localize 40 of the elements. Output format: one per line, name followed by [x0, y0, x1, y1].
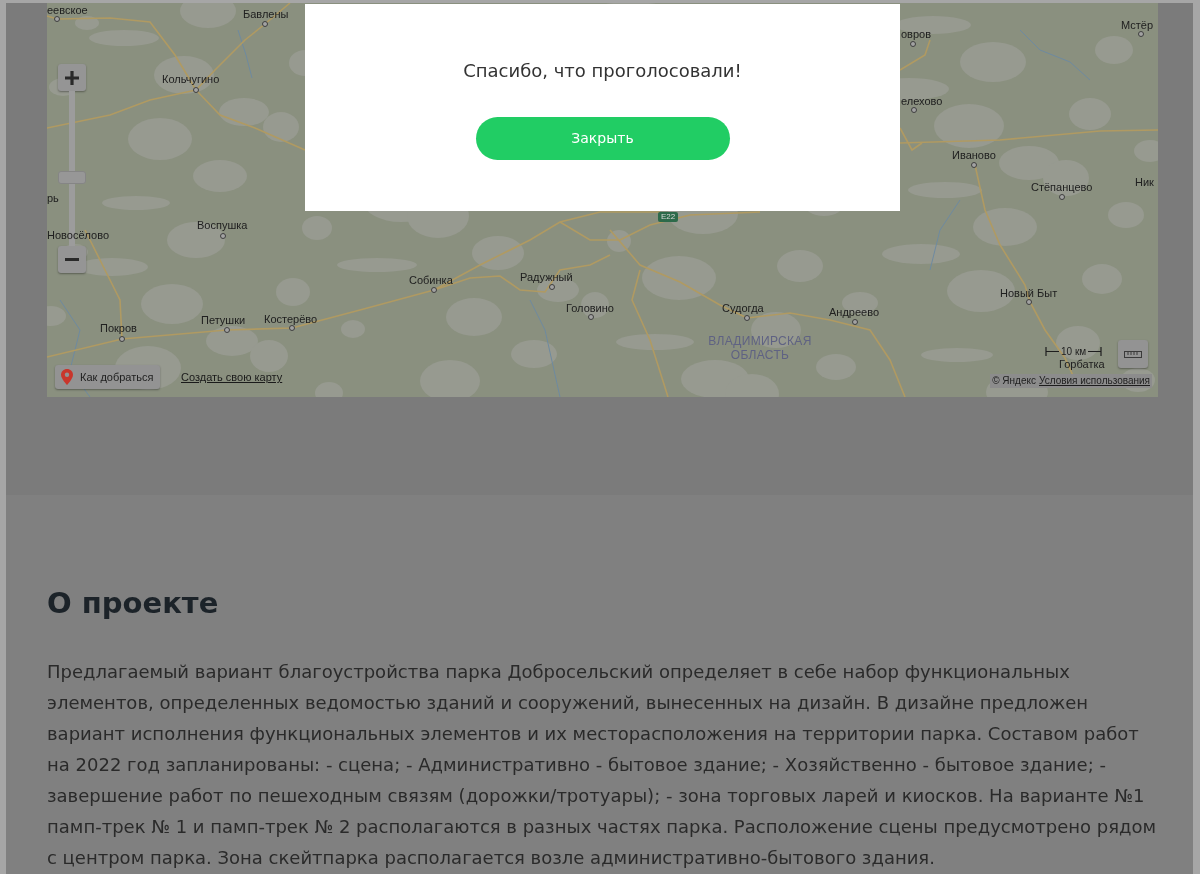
plus-icon: [65, 70, 79, 85]
place-label: Андреево: [829, 305, 880, 319]
place-label: Кольчугино: [162, 72, 220, 86]
place-label: елехово: [901, 94, 943, 108]
place-label: Костерёво: [264, 312, 318, 326]
ruler-icon: [1124, 350, 1142, 358]
scale-label: 10 км: [1061, 345, 1087, 358]
copyright-text: © Яндекс: [992, 374, 1036, 388]
terms-link[interactable]: Условия использования: [1039, 374, 1150, 388]
route-button[interactable]: Как добраться: [55, 365, 161, 389]
place-label: Мстёр: [1121, 18, 1154, 32]
place-label: Покров: [100, 321, 137, 335]
zoom-in-button[interactable]: [58, 64, 86, 91]
project-description: Предлагаемый вариант благоустройства парка Добросельский определяет в себе набор функциональных элементов, определенных ведомостью зданий и сооружений, вынесенных на дизайн. В дизайне предложен вариант исполнения функциональных элементов и их месторасположения на территории парка. Составом работ на 2022 год запланированы: - сцена; - Административно - бытовое здание; - Хозяйственно - бытовое здание; - завершение работ по пешеходным связям (дорожки/тротуары); - зона торговых ларей и киосков. На варианте №1 памп-трек № 1 и памп-трек № 2 располагаются в разных частях парка. Расположение сцены предусмотрено рядом с центром парка. Зона скейтпарка располагается возле административно-бытового здания.: [47, 660, 1158, 870]
ruler-button[interactable]: [1118, 340, 1148, 368]
dialog-message: Спасибо, что проголосовали!: [463, 60, 742, 82]
minus-icon: [65, 258, 79, 261]
scale-bar-end-icon: [1088, 347, 1103, 356]
place-label: Новый Быт: [1000, 286, 1058, 300]
location-pin-icon: [61, 369, 73, 385]
place-label: Собинка: [409, 273, 453, 287]
place-label: Новосёлово: [47, 228, 109, 242]
place-label: Ник: [1135, 175, 1154, 189]
place-label: Иваново: [952, 148, 996, 162]
road-number-badge: E22: [658, 212, 679, 222]
place-label: Радужный: [520, 270, 573, 284]
section-heading: О проекте: [47, 585, 220, 621]
place-label: Бавлены: [243, 7, 289, 21]
place-label: рь: [47, 191, 59, 205]
zoom-out-button[interactable]: [58, 246, 86, 273]
place-label: еевское: [47, 3, 88, 17]
place-label: овров: [901, 27, 932, 41]
place-label: Головино: [566, 301, 614, 315]
place-label: Воспушка: [197, 218, 248, 232]
place-label: Горбатка: [1059, 357, 1105, 371]
place-label: Петушки: [201, 313, 246, 327]
create-map-link[interactable]: Создать свою карту: [181, 370, 283, 384]
place-label: Стёпанцево: [1031, 180, 1093, 194]
place-label: Судогда: [722, 301, 764, 315]
scale-bar-start-icon: [1045, 347, 1059, 356]
